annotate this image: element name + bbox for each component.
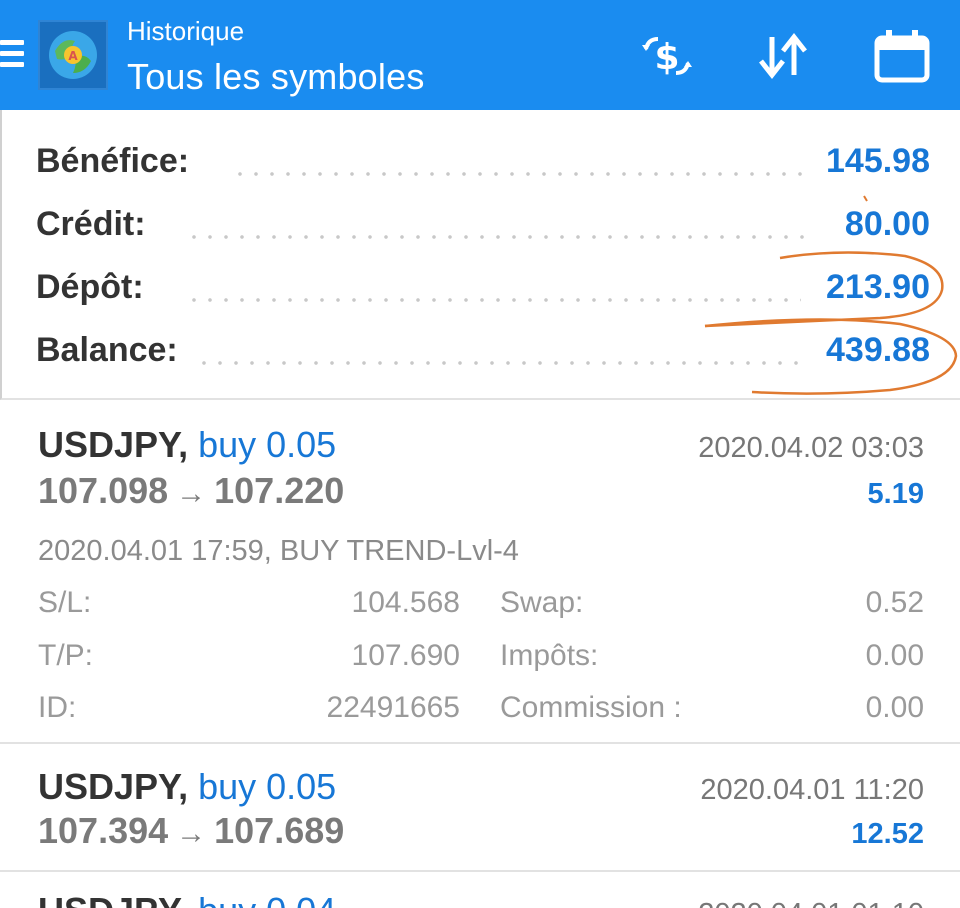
deposit-label: Dépôt: (36, 268, 150, 307)
screen-subtitle: Historique (127, 16, 245, 46)
dotted-leader (186, 298, 801, 302)
credit-value: 80.00 (836, 205, 930, 244)
deal-side: buy 0.05 (198, 766, 337, 807)
profit-label: Bénéfice: (36, 142, 196, 181)
deal-symbol: USDJPY, buy 0.05 (38, 424, 336, 466)
deal-prices: 107.394 → 107.689 (38, 810, 344, 852)
id-label: ID: (38, 691, 77, 724)
dotted-leader (186, 235, 816, 239)
metatrader-logo-icon[interactable]: A (38, 20, 108, 90)
credit-label: Crédit: (36, 205, 152, 244)
deal-side: buy 0.05 (198, 424, 337, 465)
sl-label: S/L: (38, 586, 92, 619)
arrow-right-icon: → (176, 477, 207, 510)
symbol-text: USDJPY, (38, 766, 189, 807)
deal-comment: 2020.04.01 17:59, BUY TREND-Lvl-4 (38, 535, 519, 567)
deposit-value: 213.90 (818, 268, 930, 307)
summary-row-credit: Crédit: 80.00 (36, 195, 930, 249)
screen-title[interactable]: Tous les symboles (127, 56, 425, 98)
profit-value: 145.98 (818, 142, 930, 181)
deal-symbol: USDJPY, buy 0.05 (38, 766, 336, 808)
deal-item[interactable]: USDJPY, buy 0.05 2020.04.02 03:03 107.09… (0, 402, 960, 744)
svg-text:A: A (68, 49, 78, 63)
top-app-bar: A Historique Tous les symboles $ (0, 0, 960, 110)
tp-value: 107.690 (351, 639, 460, 672)
deal-profit: 12.52 (851, 818, 924, 850)
commission-value: 0.00 (865, 691, 924, 724)
close-price: 107.220 (214, 470, 345, 511)
calendar-icon[interactable] (870, 28, 932, 84)
balance-label: Balance: (36, 331, 184, 370)
deal-close-time: 2020.04.02 03:03 (698, 432, 924, 464)
deal-close-time: 2020.04.01 11:20 (700, 774, 924, 806)
balance-value: 439.88 (818, 331, 930, 370)
commission-label: Commission : (500, 691, 682, 724)
dotted-leader (196, 361, 806, 365)
sl-value: 104.568 (351, 586, 460, 619)
tp-label: T/P: (38, 639, 94, 672)
deal-item[interactable]: USDJPY, buy 0.05 2020.04.01 11:20 107.39… (0, 746, 960, 872)
close-price: 107.689 (214, 810, 345, 851)
sort-icon[interactable] (752, 28, 814, 84)
account-summary: Bénéfice: 145.98 Crédit: 80.00 Dépôt: 21… (0, 110, 960, 400)
deal-side: buy 0.04 (198, 890, 336, 908)
summary-row-balance: Balance: 439.88 (36, 321, 930, 375)
symbol-text: USDJPY, (38, 890, 188, 908)
id-value: 22491665 (326, 691, 460, 724)
taxes-value: 0.00 (865, 639, 924, 672)
taxes-label: Impôts: (500, 639, 599, 672)
deal-symbol: USDJPY, buy 0.04 (38, 890, 336, 908)
deal-prices: 107.098 → 107.220 (38, 470, 344, 512)
open-price: 107.098 (38, 470, 169, 511)
summary-row-profit: Bénéfice: 145.98 (36, 132, 930, 186)
deal-close-time: 2020.04.01 01:10 (698, 898, 924, 908)
summary-row-deposit: Dépôt: 213.90 (36, 258, 930, 312)
arrow-right-icon: → (176, 817, 207, 850)
symbol-text: USDJPY, (38, 424, 189, 465)
deal-item[interactable]: USDJPY, buy 0.04 2020.04.01 01:10 (0, 874, 960, 908)
open-price: 107.394 (38, 810, 169, 851)
currency-exchange-icon[interactable]: $ (636, 28, 698, 84)
dotted-leader (232, 172, 812, 176)
svg-text:$: $ (654, 37, 679, 78)
menu-icon[interactable] (0, 40, 24, 72)
swap-value: 0.52 (865, 586, 924, 619)
swap-label: Swap: (500, 586, 584, 619)
deal-profit: 5.19 (867, 478, 924, 510)
